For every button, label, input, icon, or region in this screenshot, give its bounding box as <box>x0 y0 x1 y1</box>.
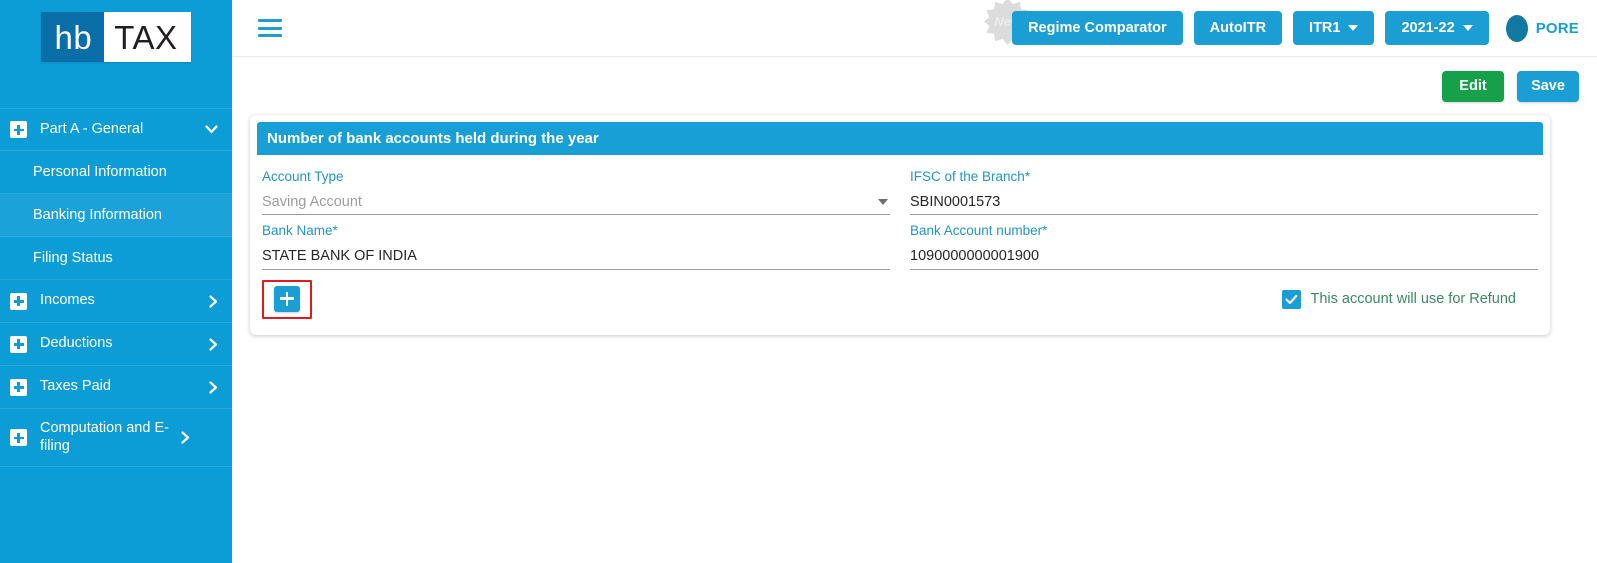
account-type-select[interactable]: Saving Account <box>262 189 890 216</box>
refund-checkbox-row[interactable]: This account will use for Refund <box>1282 289 1538 309</box>
sidebar-item-label: Filing Status <box>33 250 113 266</box>
field-label: IFSC of the Branch* <box>910 167 1538 189</box>
card-footer: This account will use for Refund <box>257 270 1543 335</box>
plus-box-icon <box>10 121 27 138</box>
account-number-input[interactable]: 1090000000001900 <box>910 244 1538 270</box>
refund-checkbox-label: This account will use for Refund <box>1310 290 1516 307</box>
regime-comparator-wrapper: New Regime Comparator <box>984 0 1183 45</box>
edit-button[interactable]: Edit <box>1442 70 1504 102</box>
ifsc-input[interactable]: SBIN0001573 <box>910 189 1538 216</box>
auto-itr-button[interactable]: AutoITR <box>1193 11 1283 45</box>
chevron-down-icon <box>1348 25 1359 31</box>
field-ifsc: IFSC of the Branch* SBIN0001573 <box>910 161 1538 216</box>
logo-mark: hb <box>40 12 105 62</box>
user-name-label: PORE <box>1535 19 1579 37</box>
topbar: New Regime Comparator AutoITR ITR1 2021-… <box>232 0 1597 57</box>
plus-box-icon <box>10 429 27 446</box>
field-label: Account Type <box>262 169 344 184</box>
add-account-highlight <box>262 279 312 319</box>
content-area: Number of bank accounts held during the … <box>232 115 1597 335</box>
sidebar-item-label: Taxes Paid <box>40 378 111 395</box>
chevron-down-icon <box>878 199 888 206</box>
sidebar-item-label: Deductions <box>40 335 113 352</box>
sidebar-item-deductions[interactable]: Deductions <box>0 323 232 366</box>
user-menu[interactable]: PORE <box>1505 14 1579 42</box>
chevron-down-icon <box>1462 25 1473 31</box>
sidebar-item-computation-and-efiling[interactable]: Computation and E-filing <box>0 409 232 467</box>
add-account-button[interactable] <box>274 285 300 312</box>
bank-account-form: Account Type Saving Account IFSC of the … <box>257 161 1543 270</box>
sidebar-item-label: Computation and E-filing <box>40 419 169 454</box>
app-root: hb TAX Part A - General Personal Informa… <box>0 0 1597 563</box>
chevron-right-icon <box>209 337 218 351</box>
required-mark: * <box>332 223 338 239</box>
card-body: Account Type Saving Account IFSC of the … <box>257 155 1543 335</box>
page-actions: Edit Save <box>232 57 1597 115</box>
check-icon <box>1285 294 1298 304</box>
topbar-actions: New Regime Comparator AutoITR ITR1 2021-… <box>984 0 1579 45</box>
chevron-down-icon <box>205 125 218 134</box>
sidebar: hb TAX Part A - General Personal Informa… <box>0 0 232 563</box>
plus-box-icon <box>10 292 27 310</box>
refund-checkbox[interactable] <box>1282 289 1302 309</box>
field-label-text: Bank Name <box>262 223 333 239</box>
sidebar-item-label: Personal Information <box>33 164 167 180</box>
bank-name-input[interactable]: STATE BANK OF INDIA <box>262 244 890 270</box>
hamburger-bar <box>258 19 282 22</box>
sidebar-nav: Part A - General Personal Information Ba… <box>0 108 232 467</box>
card-title: Number of bank accounts held during the … <box>257 122 1543 155</box>
sidebar-item-taxes-paid[interactable]: Taxes Paid <box>0 366 232 409</box>
sidebar-item-label: Incomes <box>40 292 95 309</box>
account-number-value: 1090000000001900 <box>910 247 1040 264</box>
required-mark: * <box>1024 169 1031 184</box>
hamburger-bar <box>258 34 282 37</box>
hamburger-icon[interactable] <box>258 19 282 37</box>
chevron-right-icon <box>181 431 190 444</box>
field-label-text: IFSC of the Branch <box>910 169 1025 184</box>
required-mark: * <box>1042 223 1048 239</box>
bank-name-value: STATE BANK OF INDIA <box>262 247 417 264</box>
assessment-year-dropdown[interactable]: 2021-22 <box>1385 11 1489 45</box>
sidebar-item-label: Banking Information <box>33 207 162 223</box>
ifsc-value: SBIN0001573 <box>910 193 1001 210</box>
field-label: Bank Name* <box>262 221 890 243</box>
save-button[interactable]: Save <box>1517 70 1579 102</box>
plus-box-icon <box>10 335 27 353</box>
sidebar-item-label: Part A - General <box>40 120 144 137</box>
sidebar-item-banking-information[interactable]: Banking Information <box>0 194 232 237</box>
account-type-value: Saving Account <box>262 193 362 210</box>
regime-comparator-button[interactable]: Regime Comparator <box>1012 11 1183 45</box>
logo-wordmark: TAX <box>104 12 192 62</box>
field-bank-name: Bank Name* STATE BANK OF INDIA <box>262 215 890 270</box>
sidebar-item-incomes[interactable]: Incomes <box>0 280 232 323</box>
sidebar-item-personal-information[interactable]: Personal Information <box>0 151 232 194</box>
main-area: New Regime Comparator AutoITR ITR1 2021-… <box>232 0 1597 563</box>
hamburger-bar <box>258 26 282 30</box>
itr-form-label: ITR1 <box>1309 20 1341 36</box>
field-label-text: Bank Account number <box>910 223 1043 239</box>
brand-logo[interactable]: hb TAX <box>0 0 232 70</box>
itr-form-dropdown[interactable]: ITR1 <box>1293 11 1375 45</box>
field-label: Bank Account number* <box>910 221 1538 243</box>
chevron-right-icon <box>209 380 218 394</box>
chevron-right-icon <box>209 294 218 308</box>
bank-accounts-card: Number of bank accounts held during the … <box>250 115 1550 335</box>
sidebar-item-filing-status[interactable]: Filing Status <box>0 237 232 280</box>
sidebar-item-part-a-general[interactable]: Part A - General <box>0 108 232 151</box>
plus-box-icon <box>10 378 27 396</box>
field-account-type: Account Type Saving Account <box>262 161 890 216</box>
field-account-number: Bank Account number* 1090000000001900 <box>910 215 1538 270</box>
avatar <box>1505 14 1528 42</box>
assessment-year-label: 2021-22 <box>1401 20 1455 36</box>
